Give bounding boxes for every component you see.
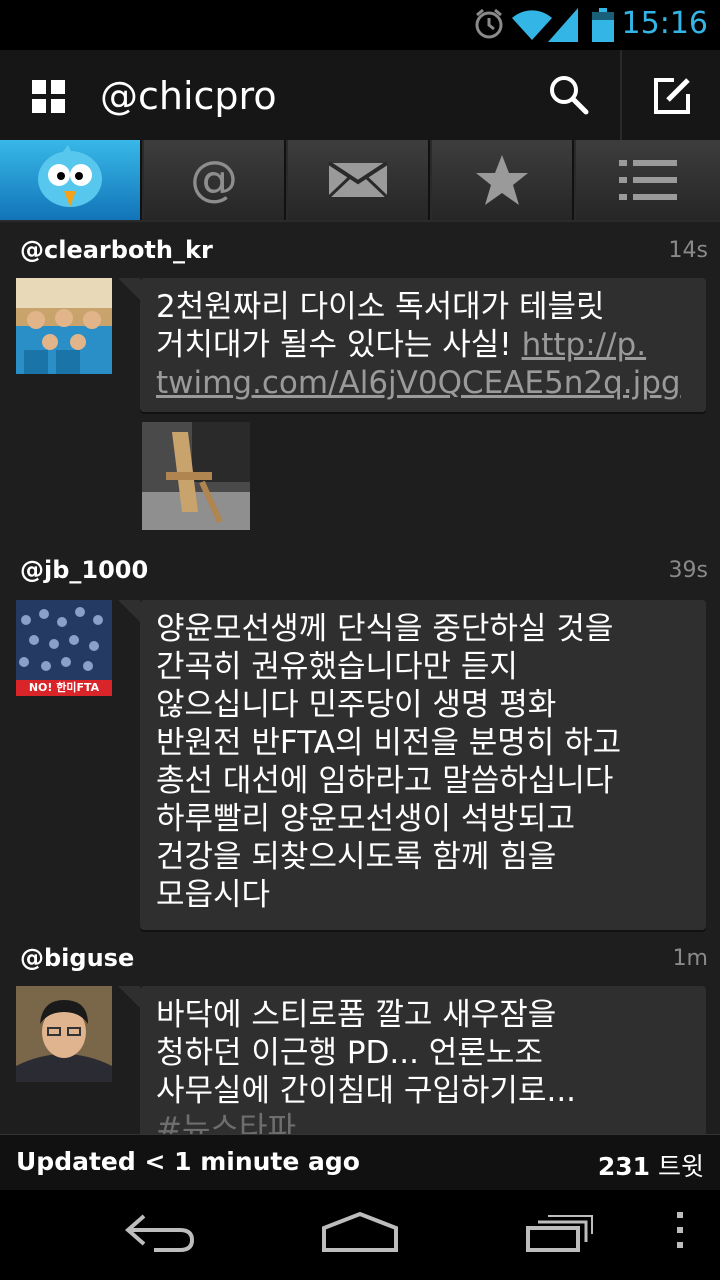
battery-icon: [592, 8, 614, 42]
tweet-hashtag[interactable]: #뉴스타파: [156, 1110, 690, 1134]
status-bar: 15:16: [0, 0, 720, 50]
tweet-item[interactable]: @clearboth_kr 14s 2천원짜리 다이소 독서대가 테블릿 거치대…: [0, 226, 720, 544]
tweet-item[interactable]: @biguse 1m 바닥에 스티로폼 깔고 새우잠을 청하던 이근행 PD..…: [0, 938, 720, 1134]
tab-bar: @: [0, 140, 720, 222]
tab-timeline[interactable]: [0, 140, 142, 220]
cell-signal-icon: [548, 8, 578, 42]
alarm-icon: [475, 8, 503, 39]
recent-apps-icon[interactable]: [524, 1210, 596, 1254]
tweet-text-line: 바닥에 스티로폼 깔고 새우잠을: [156, 997, 557, 1033]
tweet-text-line: 청하던 이근행 PD... 언론노조: [156, 1035, 543, 1071]
tweet-bubble[interactable]: 2천원짜리 다이소 독서대가 테블릿 거치대가 될수 있다는 사실! http:…: [118, 278, 706, 412]
system-nav-bar: [0, 1190, 720, 1280]
update-status-bar: Updated < 1 minute ago 231 트윗: [0, 1134, 720, 1191]
tweet-bubble[interactable]: 바닥에 스티로폼 깔고 새우잠을 청하던 이근행 PD... 언론노조 사무실에…: [118, 986, 706, 1134]
tweet-text-line: 양윤모선생께 단식을 중단하실 것을: [156, 611, 614, 647]
list-icon: [619, 160, 677, 200]
tweet-count-unit: 트윗: [657, 1152, 704, 1181]
tweet-link[interactable]: http://p.: [522, 327, 647, 363]
tweet-text-line: 사무실에 간이침대 구입하기로...: [156, 1073, 577, 1109]
tweet-handle[interactable]: @biguse: [20, 944, 134, 972]
tweet-handle[interactable]: @clearboth_kr: [20, 236, 213, 264]
tweet-link-continued[interactable]: twimg.com/Al6jV0QCEAE5n2q.jpg: [156, 364, 690, 402]
tweet-age: 39s: [668, 558, 708, 583]
at-icon: @: [190, 155, 238, 205]
action-bar: @chicpro: [0, 50, 720, 141]
tweet-text-line: 총선 대선에 임하라고 말씀하십니다: [156, 763, 614, 799]
tweet-text-line: 모읍시다: [156, 877, 271, 913]
tweet-text-line: 2천원짜리 다이소 독서대가 테블릿: [156, 289, 605, 325]
timeline-feed[interactable]: @clearboth_kr 14s 2천원짜리 다이소 독서대가 테블릿 거치대…: [0, 226, 720, 1134]
envelope-icon: [328, 162, 388, 198]
search-icon: [550, 76, 589, 115]
tweet-text-line: 반원전 반FTA의 비전을 분명히 하고: [156, 725, 622, 761]
tab-mentions[interactable]: @: [144, 140, 286, 220]
avatar[interactable]: [16, 278, 112, 374]
avatar[interactable]: NO! 한미FTA: [16, 600, 112, 696]
tab-favorites[interactable]: [432, 140, 574, 220]
tweet-handle[interactable]: @jb_1000: [20, 556, 148, 584]
tweet-age: 14s: [668, 238, 708, 263]
compose-button[interactable]: [620, 50, 720, 140]
app-grid-icon[interactable]: [32, 80, 66, 114]
search-button[interactable]: [530, 50, 620, 140]
tweet-text-line: 거치대가 될수 있다는 사실!: [156, 327, 522, 363]
tweet-text-line: 하루빨리 양윤모선생이 석방되고: [156, 801, 575, 837]
clock: 15:16: [621, 6, 708, 41]
tab-lists[interactable]: [576, 140, 720, 220]
bird-icon: [38, 145, 102, 207]
tab-messages[interactable]: [288, 140, 430, 220]
star-icon: [476, 155, 528, 205]
svg-text:@: @: [190, 155, 238, 205]
overflow-menu-icon[interactable]: [674, 1210, 686, 1250]
wifi-icon: [512, 10, 552, 40]
tweet-text-line: 간곡히 권유했습니다만 듣지: [156, 649, 518, 685]
tweet-count: 231 트윗: [598, 1147, 704, 1183]
avatar-banner: NO! 한미FTA: [16, 680, 112, 696]
tweet-bubble[interactable]: 양윤모선생께 단식을 중단하실 것을 간곡히 권유했습니다만 듣지 않으십니다 …: [118, 600, 706, 930]
tweet-text-line: 않으십니다 민주당이 생명 평화: [156, 687, 557, 723]
tweet-text-line: 건강을 되찾으시도록 함께 힘을: [156, 839, 557, 875]
avatar[interactable]: [16, 986, 112, 1082]
tweet-count-value: 231: [597, 1152, 651, 1181]
account-title[interactable]: @chicpro: [100, 74, 277, 118]
tweet-image-thumbnail[interactable]: [142, 422, 250, 530]
compose-icon: [654, 78, 690, 114]
tweet-text-line-with-link: 거치대가 될수 있다는 사실! http://p.: [156, 326, 690, 364]
back-icon[interactable]: [124, 1210, 196, 1254]
home-icon[interactable]: [320, 1210, 400, 1254]
tweet-age: 1m: [672, 946, 708, 971]
tweet-item[interactable]: @jb_1000 39s NO! 한미FTA 양윤모선생께 단식을 중단하실 것…: [0, 544, 720, 938]
updated-label: Updated < 1 minute ago: [16, 1147, 360, 1176]
